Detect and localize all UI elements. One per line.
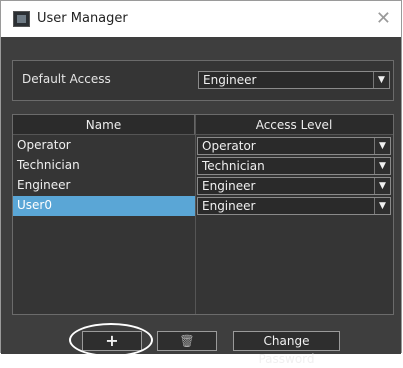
access-level-select[interactable]: Operator ▼ (197, 137, 391, 155)
change-password-button[interactable]: Change Password (233, 331, 340, 366)
user-name-cell[interactable]: Operator (13, 136, 195, 156)
delete-user-button[interactable]: 🗑 (157, 331, 217, 351)
close-icon[interactable]: ✕ (376, 8, 391, 29)
access-level-select[interactable]: Engineer ▼ (197, 177, 391, 195)
user-manager-window: User Manager ✕ Default Access Engineer ▼… (0, 0, 402, 366)
access-level-value: Technician (202, 159, 265, 173)
access-level-select[interactable]: Engineer ▼ (197, 197, 391, 215)
default-access-label: Default Access (22, 72, 111, 86)
chevron-down-icon[interactable]: ▼ (374, 158, 390, 174)
users-table: Name Access Level Operator Operator ▼ Te… (12, 114, 394, 315)
default-access-select[interactable]: Engineer ▼ (198, 71, 390, 89)
access-level-value: Operator (202, 139, 256, 153)
access-level-value: Engineer (202, 179, 256, 193)
window-title: User Manager (37, 11, 128, 26)
highlight-circle (69, 323, 153, 357)
chevron-down-icon[interactable]: ▼ (373, 72, 389, 88)
dialog-body: Default Access Engineer ▼ Name Access Le… (1, 37, 401, 366)
table-row[interactable]: Technician Technician ▼ (13, 156, 393, 177)
column-header-name[interactable]: Name (13, 115, 195, 135)
app-icon (13, 11, 30, 27)
trash-icon: 🗑 (179, 334, 195, 348)
user-name-cell[interactable]: User0 (13, 196, 195, 216)
title-bar: User Manager ✕ (1, 1, 401, 37)
default-access-value: Engineer (203, 73, 257, 87)
table-row-selected[interactable]: User0 Engineer ▼ (13, 196, 393, 217)
default-access-panel: Default Access Engineer ▼ (12, 60, 394, 101)
user-name-cell[interactable]: Technician (13, 156, 195, 176)
chevron-down-icon[interactable]: ▼ (374, 138, 390, 154)
chevron-down-icon[interactable]: ▼ (374, 198, 390, 214)
access-level-select[interactable]: Technician ▼ (197, 157, 391, 175)
table-row[interactable]: Engineer Engineer ▼ (13, 176, 393, 197)
table-row[interactable]: Operator Operator ▼ (13, 136, 393, 157)
column-header-access-level[interactable]: Access Level (195, 115, 393, 135)
user-name-cell[interactable]: Engineer (13, 176, 195, 196)
chevron-down-icon[interactable]: ▼ (374, 178, 390, 194)
access-level-value: Engineer (202, 199, 256, 213)
